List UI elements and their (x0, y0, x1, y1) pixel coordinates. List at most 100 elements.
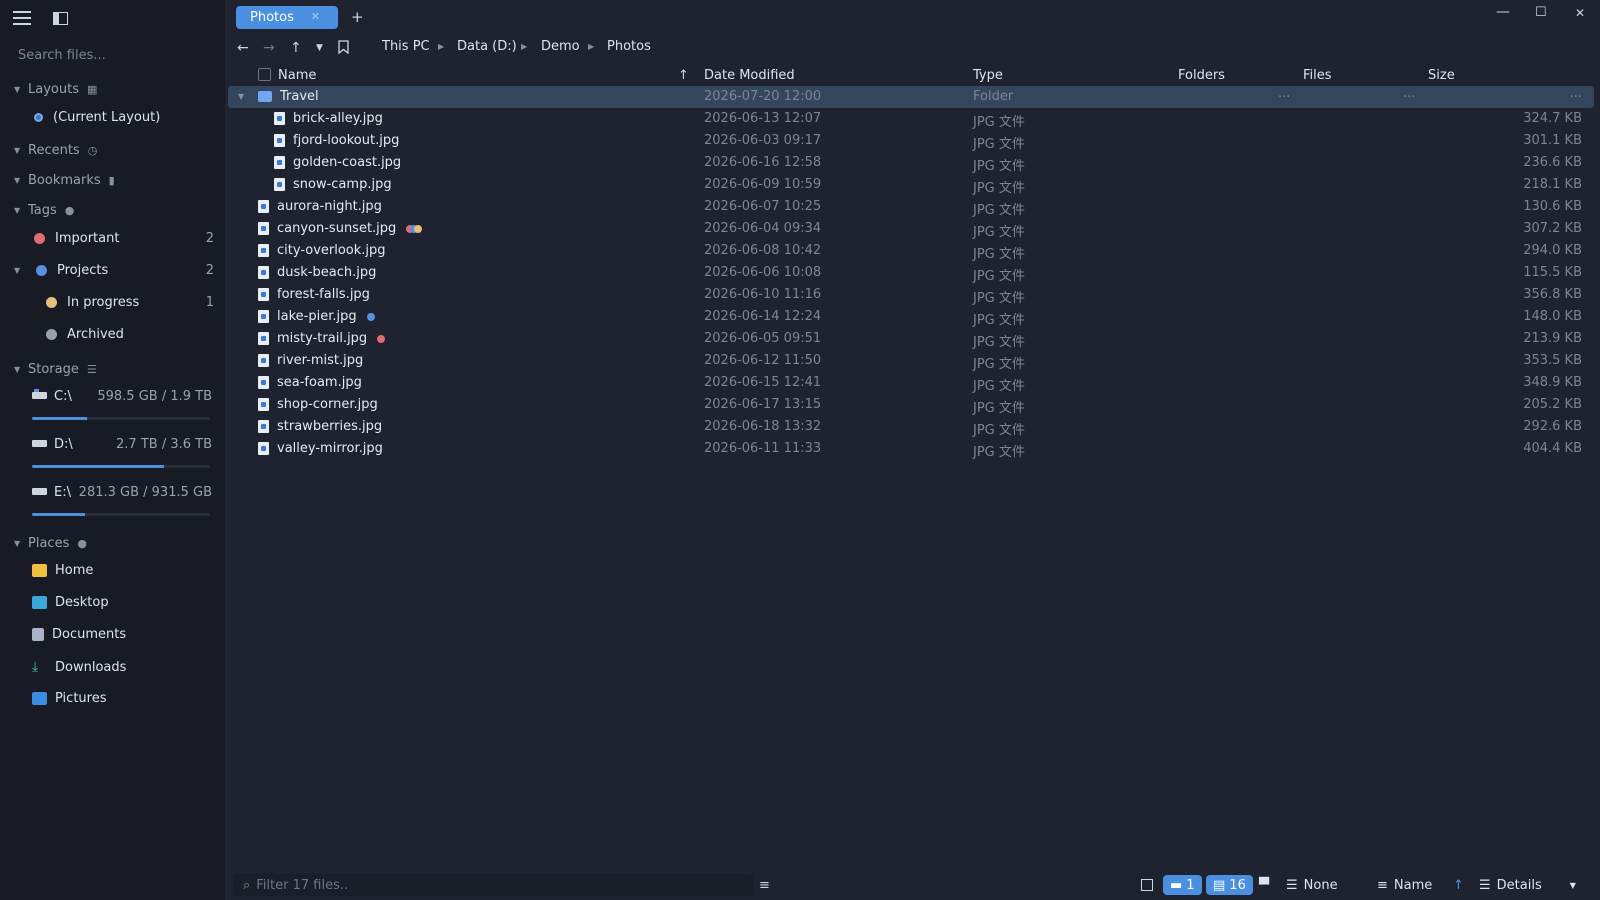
column-header-type[interactable]: Type (973, 68, 1003, 83)
row-name: dusk-beach.jpg (258, 265, 376, 280)
file-row[interactable]: lake-pier.jpg 2026-06-14 12:24 JPG 文件 14… (228, 306, 1594, 328)
drive-d[interactable]: D:\ 2.7 TB / 3.6 TB (32, 437, 212, 468)
breadcrumb-photos[interactable]: Photos (607, 39, 651, 54)
chevron-down-icon[interactable]: ▼ (238, 92, 244, 101)
drive-e[interactable]: E:\ 281.3 GB / 931.5 GB (32, 485, 212, 516)
column-header-size[interactable]: Size (1428, 68, 1455, 83)
layout-label: (Current Layout) (53, 110, 161, 125)
file-row[interactable]: strawberries.jpg 2026-06-18 13:32 JPG 文件… (228, 416, 1594, 438)
file-row[interactable]: dusk-beach.jpg 2026-06-06 10:08 JPG 文件 1… (228, 262, 1594, 284)
file-row[interactable]: fjord-lookout.jpg 2026-06-03 09:17 JPG 文… (228, 130, 1594, 152)
column-header-date[interactable]: Date Modified (704, 68, 795, 83)
file-row[interactable]: aurora-night.jpg 2026-06-07 10:25 JPG 文件… (228, 196, 1594, 218)
section-layouts[interactable]: ▼ Layouts ▦ (14, 82, 97, 97)
list-icon: ☰ (1479, 877, 1491, 893)
folder-count-pill[interactable]: ▬ 1 (1163, 874, 1202, 896)
filter-options-icon[interactable]: ≡ (759, 874, 770, 896)
row-name: valley-mirror.jpg (258, 441, 383, 456)
section-storage[interactable]: ▼ Storage ☰ (14, 362, 97, 377)
drive-c[interactable]: C:\ 598.5 GB / 1.9 TB (32, 389, 212, 420)
row-date: 2026-06-11 11:33 (704, 441, 822, 456)
bookmark-icon[interactable] (338, 40, 349, 58)
file-row[interactable]: golden-coast.jpg 2026-06-16 12:58 JPG 文件… (228, 152, 1594, 174)
sort-direction-icon[interactable]: ↑ (1453, 874, 1464, 896)
maximize-icon[interactable]: ☐ (1535, 5, 1547, 20)
select-all-checkbox[interactable] (258, 68, 271, 81)
file-count-pill[interactable]: ▤ 16 (1206, 874, 1253, 896)
close-tab-icon[interactable]: ✕ (311, 10, 320, 23)
folder-icon: ▬ (1170, 877, 1183, 893)
row-name: brick-alley.jpg (274, 111, 383, 126)
file-row[interactable]: forest-falls.jpg 2026-06-10 11:16 JPG 文件… (228, 284, 1594, 306)
file-row[interactable]: canyon-sunset.jpg 2026-06-04 09:34 JPG 文… (228, 218, 1594, 240)
section-recents[interactable]: ▼ Recents ◷ (14, 143, 97, 158)
file-row[interactable]: brick-alley.jpg 2026-06-13 12:07 JPG 文件 … (228, 108, 1594, 130)
file-row[interactable]: misty-trail.jpg 2026-06-05 09:51 JPG 文件 … (228, 328, 1594, 350)
column-header-folders[interactable]: Folders (1178, 68, 1225, 83)
row-date: 2026-06-15 12:41 (704, 375, 822, 390)
file-row[interactable]: valley-mirror.jpg 2026-06-11 11:33 JPG 文… (228, 438, 1594, 460)
file-row[interactable]: snow-camp.jpg 2026-06-09 10:59 JPG 文件 21… (228, 174, 1594, 196)
place-home[interactable]: Home (32, 563, 93, 578)
close-window-icon[interactable]: ✕ (1575, 6, 1585, 20)
row-size: 353.5 KB (1523, 353, 1582, 368)
filter-input[interactable]: ⌕ Filter 17 files.. (233, 874, 753, 896)
section-label: Places (28, 536, 70, 551)
group-by-button[interactable]: ☰ None (1286, 874, 1338, 896)
place-desktop[interactable]: Desktop (32, 595, 109, 610)
tag-item-archived[interactable]: Archived (46, 327, 214, 342)
tab-photos[interactable]: Photos ✕ (236, 6, 338, 29)
place-pictures[interactable]: Pictures (32, 691, 106, 706)
file-row[interactable]: shop-corner.jpg 2026-06-17 13:15 JPG 文件 … (228, 394, 1594, 416)
breadcrumb-demo[interactable]: Demo (541, 39, 580, 54)
place-documents[interactable]: Documents (32, 627, 126, 642)
preview-pane-icon[interactable]: ▀ (1259, 874, 1269, 896)
file-icon: ▤ (1213, 877, 1226, 893)
column-header-name[interactable]: Name (278, 68, 316, 83)
section-bookmarks[interactable]: ▼ Bookmarks ▮ (14, 173, 115, 188)
add-tab-button[interactable]: + (351, 8, 364, 26)
tag-item-important[interactable]: Important 2 (34, 231, 214, 246)
section-tags[interactable]: ▼ Tags ● (14, 203, 74, 218)
forward-icon[interactable]: → (263, 40, 275, 56)
back-icon[interactable]: ← (237, 40, 249, 56)
row-name: aurora-night.jpg (258, 199, 382, 214)
row-type: JPG 文件 (973, 379, 1025, 394)
minimize-icon[interactable]: — (1496, 4, 1510, 20)
row-size: 218.1 KB (1523, 177, 1582, 192)
file-row[interactable]: sea-foam.jpg 2026-06-15 12:41 JPG 文件 348… (228, 372, 1594, 394)
up-icon[interactable]: ↑ (290, 40, 302, 56)
breadcrumb-this-pc[interactable]: This PC (382, 39, 430, 54)
file-row[interactable]: river-mist.jpg 2026-06-12 11:50 JPG 文件 3… (228, 350, 1594, 372)
row-type: JPG 文件 (973, 357, 1025, 372)
view-mode-button[interactable]: ☰ Details ▼ (1479, 874, 1576, 896)
select-mode-icon[interactable] (1141, 874, 1153, 896)
row-size: 307.2 KB (1523, 221, 1582, 236)
tag-color-dot (46, 297, 57, 308)
sort-by-button[interactable]: ≡ Name (1377, 874, 1432, 896)
tag-item-in-progress[interactable]: In progress 1 (46, 295, 214, 310)
hamburger-menu-icon[interactable] (12, 8, 32, 28)
layout-item-current[interactable]: (Current Layout) (34, 110, 214, 125)
image-file-icon (258, 398, 269, 411)
toggle-sidebar-icon[interactable] (50, 8, 70, 28)
sort-ascending-icon[interactable]: ↑ (678, 68, 689, 83)
chevron-down-icon: ▼ (1569, 880, 1576, 890)
tag-item-projects[interactable]: ▼ Projects 2 (14, 263, 214, 278)
tag-color-dot (34, 233, 45, 244)
history-dropdown-icon[interactable]: ▼ (316, 43, 323, 53)
tag-icon: ● (64, 204, 75, 217)
radio-selected-icon (34, 113, 43, 122)
tag-color-dot (46, 329, 57, 340)
section-places[interactable]: ▼ Places ● (14, 536, 87, 551)
breadcrumb-data-d[interactable]: Data (D:) (457, 39, 517, 54)
image-file-icon (258, 376, 269, 389)
file-row[interactable]: city-overlook.jpg 2026-06-08 10:42 JPG 文… (228, 240, 1594, 262)
place-downloads[interactable]: ⤓ Downloads (32, 659, 126, 675)
search-input[interactable]: Search files... (18, 48, 106, 63)
row-size: 324.7 KB (1523, 111, 1582, 126)
chevron-right-icon: ▶ (521, 42, 528, 51)
row-date: 2026-06-06 10:08 (704, 265, 822, 280)
column-header-files[interactable]: Files (1303, 68, 1332, 83)
folder-row-travel[interactable]: ▼ Travel 2026-07-20 12:00 Folder ... ...… (228, 86, 1594, 108)
